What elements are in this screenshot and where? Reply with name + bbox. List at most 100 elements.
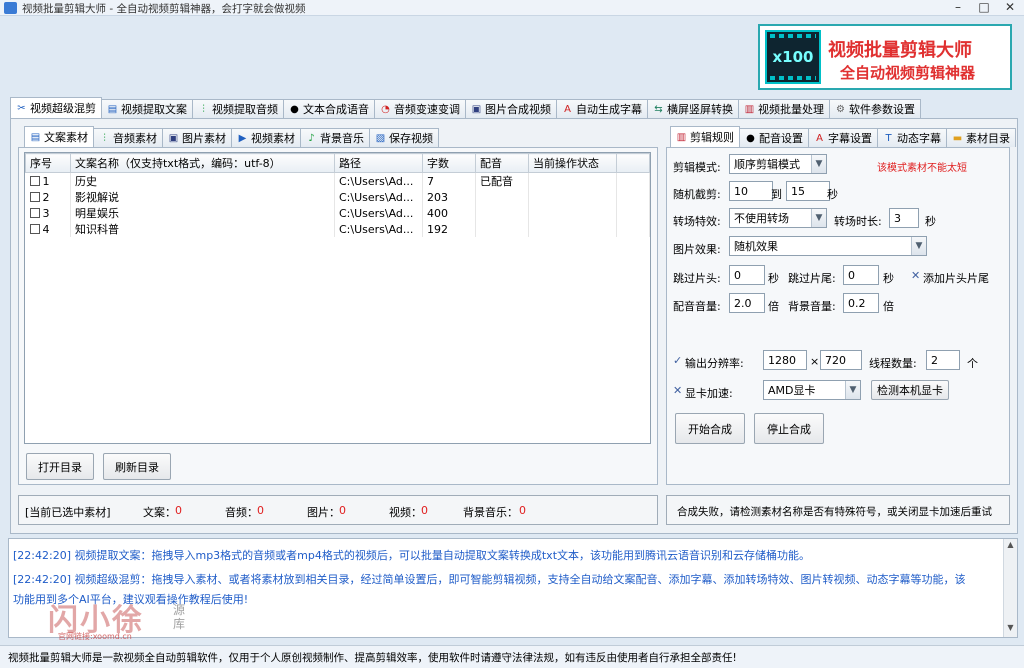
stop-compose-button[interactable]: 停止合成 — [754, 413, 824, 444]
add-head-tail-checkbox[interactable]: ✕ — [911, 269, 920, 282]
row-path: C:\Users\Ad... — [334, 221, 423, 237]
row-checkbox[interactable] — [29, 207, 40, 218]
tab-audio-material[interactable]: ⫶ 音频素材 — [93, 128, 163, 147]
row-checkbox[interactable] — [29, 223, 40, 234]
row-status — [528, 205, 617, 221]
random-cut-from-input[interactable]: 10 — [729, 181, 773, 201]
folder-icon: ▬ — [952, 132, 963, 144]
selected-video-label: 视频： — [389, 506, 422, 519]
transition-duration-input[interactable]: 3 — [889, 208, 919, 228]
tab-settings[interactable]: ⚙ 软件参数设置 — [829, 99, 921, 118]
skip-tail-input[interactable]: 0 — [843, 265, 879, 285]
tab-bgm[interactable]: ♪ 背景音乐 — [300, 128, 370, 147]
status-message: 合成失败，请检测素材名称是否有特殊符号，或关闭显卡加速后重试 — [677, 506, 992, 518]
mode-select[interactable]: 顺序剪辑模式 ▼ — [729, 154, 827, 174]
tab-image-material[interactable]: ▣ 图片素材 — [162, 128, 232, 147]
row-dub — [475, 221, 529, 237]
tab-text-to-speech[interactable]: ● 文本合成语音 — [283, 99, 375, 118]
tab-video-remix[interactable]: ✂ 视频超级混剪 — [10, 97, 102, 118]
detect-gpu-button[interactable]: 检测本机显卡 — [871, 380, 949, 400]
resolution-checkbox[interactable]: ✓ — [673, 354, 682, 367]
log-panel[interactable]: [22:42:20] 视频提取文案：拖拽导入mp3格式的音频或者mp4格式的视频… — [8, 538, 1018, 638]
threads-input[interactable]: 2 — [926, 350, 960, 370]
row-status — [528, 189, 617, 205]
selected-title: [当前已选中素材] — [25, 506, 111, 519]
column-header-dub[interactable]: 配音 — [475, 153, 529, 173]
tab-extract-copy[interactable]: ▤ 视频提取文案 — [101, 99, 193, 118]
tab-batch-process[interactable]: ▥ 视频批量处理 — [738, 99, 830, 118]
tab-auto-subtitle[interactable]: A 自动生成字幕 — [556, 99, 648, 118]
microphone-icon: ● — [746, 132, 755, 144]
row-number[interactable]: 3 — [25, 205, 71, 221]
column-header-no[interactable]: 序号 — [25, 153, 71, 173]
tab-material-dir[interactable]: ▬ 素材目录 — [946, 128, 1016, 147]
main-tab-bar: ✂ 视频超级混剪 ▤ 视频提取文案 ⫶ 视频提取音频 ● 文本合成语音 ◔ 音频变速变调 … — [10, 97, 921, 118]
log-line: [22:42:20] 视频超级混剪：拖拽导入素材、或者将素材放到相关目录，经过简… — [13, 573, 966, 586]
row-number[interactable]: 2 — [25, 189, 71, 205]
gpu-select[interactable]: AMD显卡 ▼ — [763, 380, 861, 400]
transition-select[interactable]: 不使用转场 ▼ — [729, 208, 827, 228]
minimize-button[interactable]: – — [946, 0, 970, 16]
row-checkbox[interactable] — [29, 191, 40, 202]
tab-orientation[interactable]: ⇆ 横屏竖屏转换 — [647, 99, 739, 118]
row-number[interactable]: 4 — [25, 221, 71, 237]
gpu-checkbox[interactable]: ✕ — [673, 384, 682, 397]
table-row[interactable]: 2 影视解说 C:\Users\Ad... 203 — [25, 189, 650, 205]
maximize-button[interactable]: □ — [972, 0, 996, 16]
refresh-directory-button[interactable]: 刷新目录 — [103, 453, 171, 480]
column-header-path[interactable]: 路径 — [334, 153, 423, 173]
row-number[interactable]: 1 — [25, 172, 71, 189]
random-cut-label: 随机截剪: — [673, 188, 721, 201]
row-dub — [475, 205, 529, 221]
random-cut-to-input[interactable]: 15 — [786, 181, 830, 201]
resolution-height-input[interactable]: 720 — [820, 350, 862, 370]
scroll-down-icon[interactable]: ▼ — [1005, 623, 1016, 635]
open-directory-button[interactable]: 打开目录 — [26, 453, 94, 480]
scroll-up-icon[interactable]: ▲ — [1005, 540, 1016, 552]
dub-volume-input[interactable]: 2.0 — [729, 293, 765, 313]
selected-video-count: 0 — [421, 504, 428, 517]
column-header-status[interactable]: 当前操作状态 — [528, 153, 617, 173]
resolution-separator: × — [810, 355, 820, 368]
table-header-row: 序号 文案名称（仅支持txt格式，编码：utf-8） 路径 字数 配音 当前操作… — [25, 153, 650, 173]
tab-edit-rules[interactable]: ▥ 剪辑规则 — [670, 126, 740, 147]
log-scrollbar[interactable]: ▲ ▼ — [1003, 539, 1017, 637]
footer-bar: 视频批量剪辑大师是一款视频全自动剪辑软件，仅用于个人原创视频制作、提高剪辑效率，… — [0, 645, 1024, 668]
skip-head-input[interactable]: 0 — [729, 265, 765, 285]
settings-tab-bar: ▥ 剪辑规则 ● 配音设置 A 字幕设置 T 动态字幕 ▬ 素材目录 — [670, 126, 1016, 147]
tab-image-to-video[interactable]: ▣ 图片合成视频 — [465, 99, 557, 118]
tab-audio-speed[interactable]: ◔ 音频变速变调 — [374, 99, 466, 118]
image-icon: ▣ — [168, 132, 179, 144]
tab-video-material[interactable]: ▶ 视频素材 — [231, 128, 301, 147]
chevron-down-icon: ▼ — [811, 209, 826, 227]
film-icon: ▥ — [744, 103, 755, 115]
resolution-width-input[interactable]: 1280 — [763, 350, 807, 370]
bgm-volume-input[interactable]: 0.2 — [843, 293, 879, 313]
row-filler — [616, 221, 650, 237]
chevron-down-icon: ▼ — [811, 155, 826, 173]
tab-extract-audio[interactable]: ⫶ 视频提取音频 — [192, 99, 284, 118]
start-compose-button[interactable]: 开始合成 — [675, 413, 745, 444]
table-row[interactable]: 1 历史 C:\Users\Ad... 7 已配音 — [25, 172, 650, 189]
row-path: C:\Users\Ad... — [334, 189, 423, 205]
scissors-icon: ✂ — [17, 102, 26, 114]
column-header-count[interactable]: 字数 — [422, 153, 476, 173]
app-icon — [4, 2, 17, 14]
transition-label: 转场特效: — [673, 215, 721, 228]
tab-dynamic-subtitle[interactable]: T 动态字幕 — [877, 128, 947, 147]
tab-subtitle-settings[interactable]: A 字幕设置 — [808, 128, 878, 147]
tab-copy-material[interactable]: ▤ 文案素材 — [24, 126, 94, 147]
table-row[interactable]: 4 知识科普 C:\Users\Ad... 192 — [25, 221, 650, 237]
material-table[interactable]: 序号 文案名称（仅支持txt格式，编码：utf-8） 路径 字数 配音 当前操作… — [24, 152, 651, 444]
close-button[interactable]: ✕ — [998, 0, 1022, 16]
play-icon: ▶ — [238, 132, 247, 144]
selected-materials-bar: [当前已选中素材] 文案： 0 音频： 0 图片： 0 视频： 0 背景音乐： … — [18, 495, 658, 525]
image-effect-select[interactable]: 随机效果 ▼ — [729, 236, 927, 256]
row-checkbox[interactable] — [29, 175, 40, 186]
tab-dub-settings[interactable]: ● 配音设置 — [739, 128, 809, 147]
table-row[interactable]: 3 明星娱乐 C:\Users\Ad... 400 — [25, 205, 650, 221]
tab-save-video[interactable]: ▧ 保存视频 — [369, 128, 439, 147]
mode-warning: 该模式素材不能太短 — [877, 163, 967, 174]
column-header-name[interactable]: 文案名称（仅支持txt格式，编码：utf-8） — [70, 153, 335, 173]
transition-duration-label: 转场时长: — [834, 215, 882, 228]
